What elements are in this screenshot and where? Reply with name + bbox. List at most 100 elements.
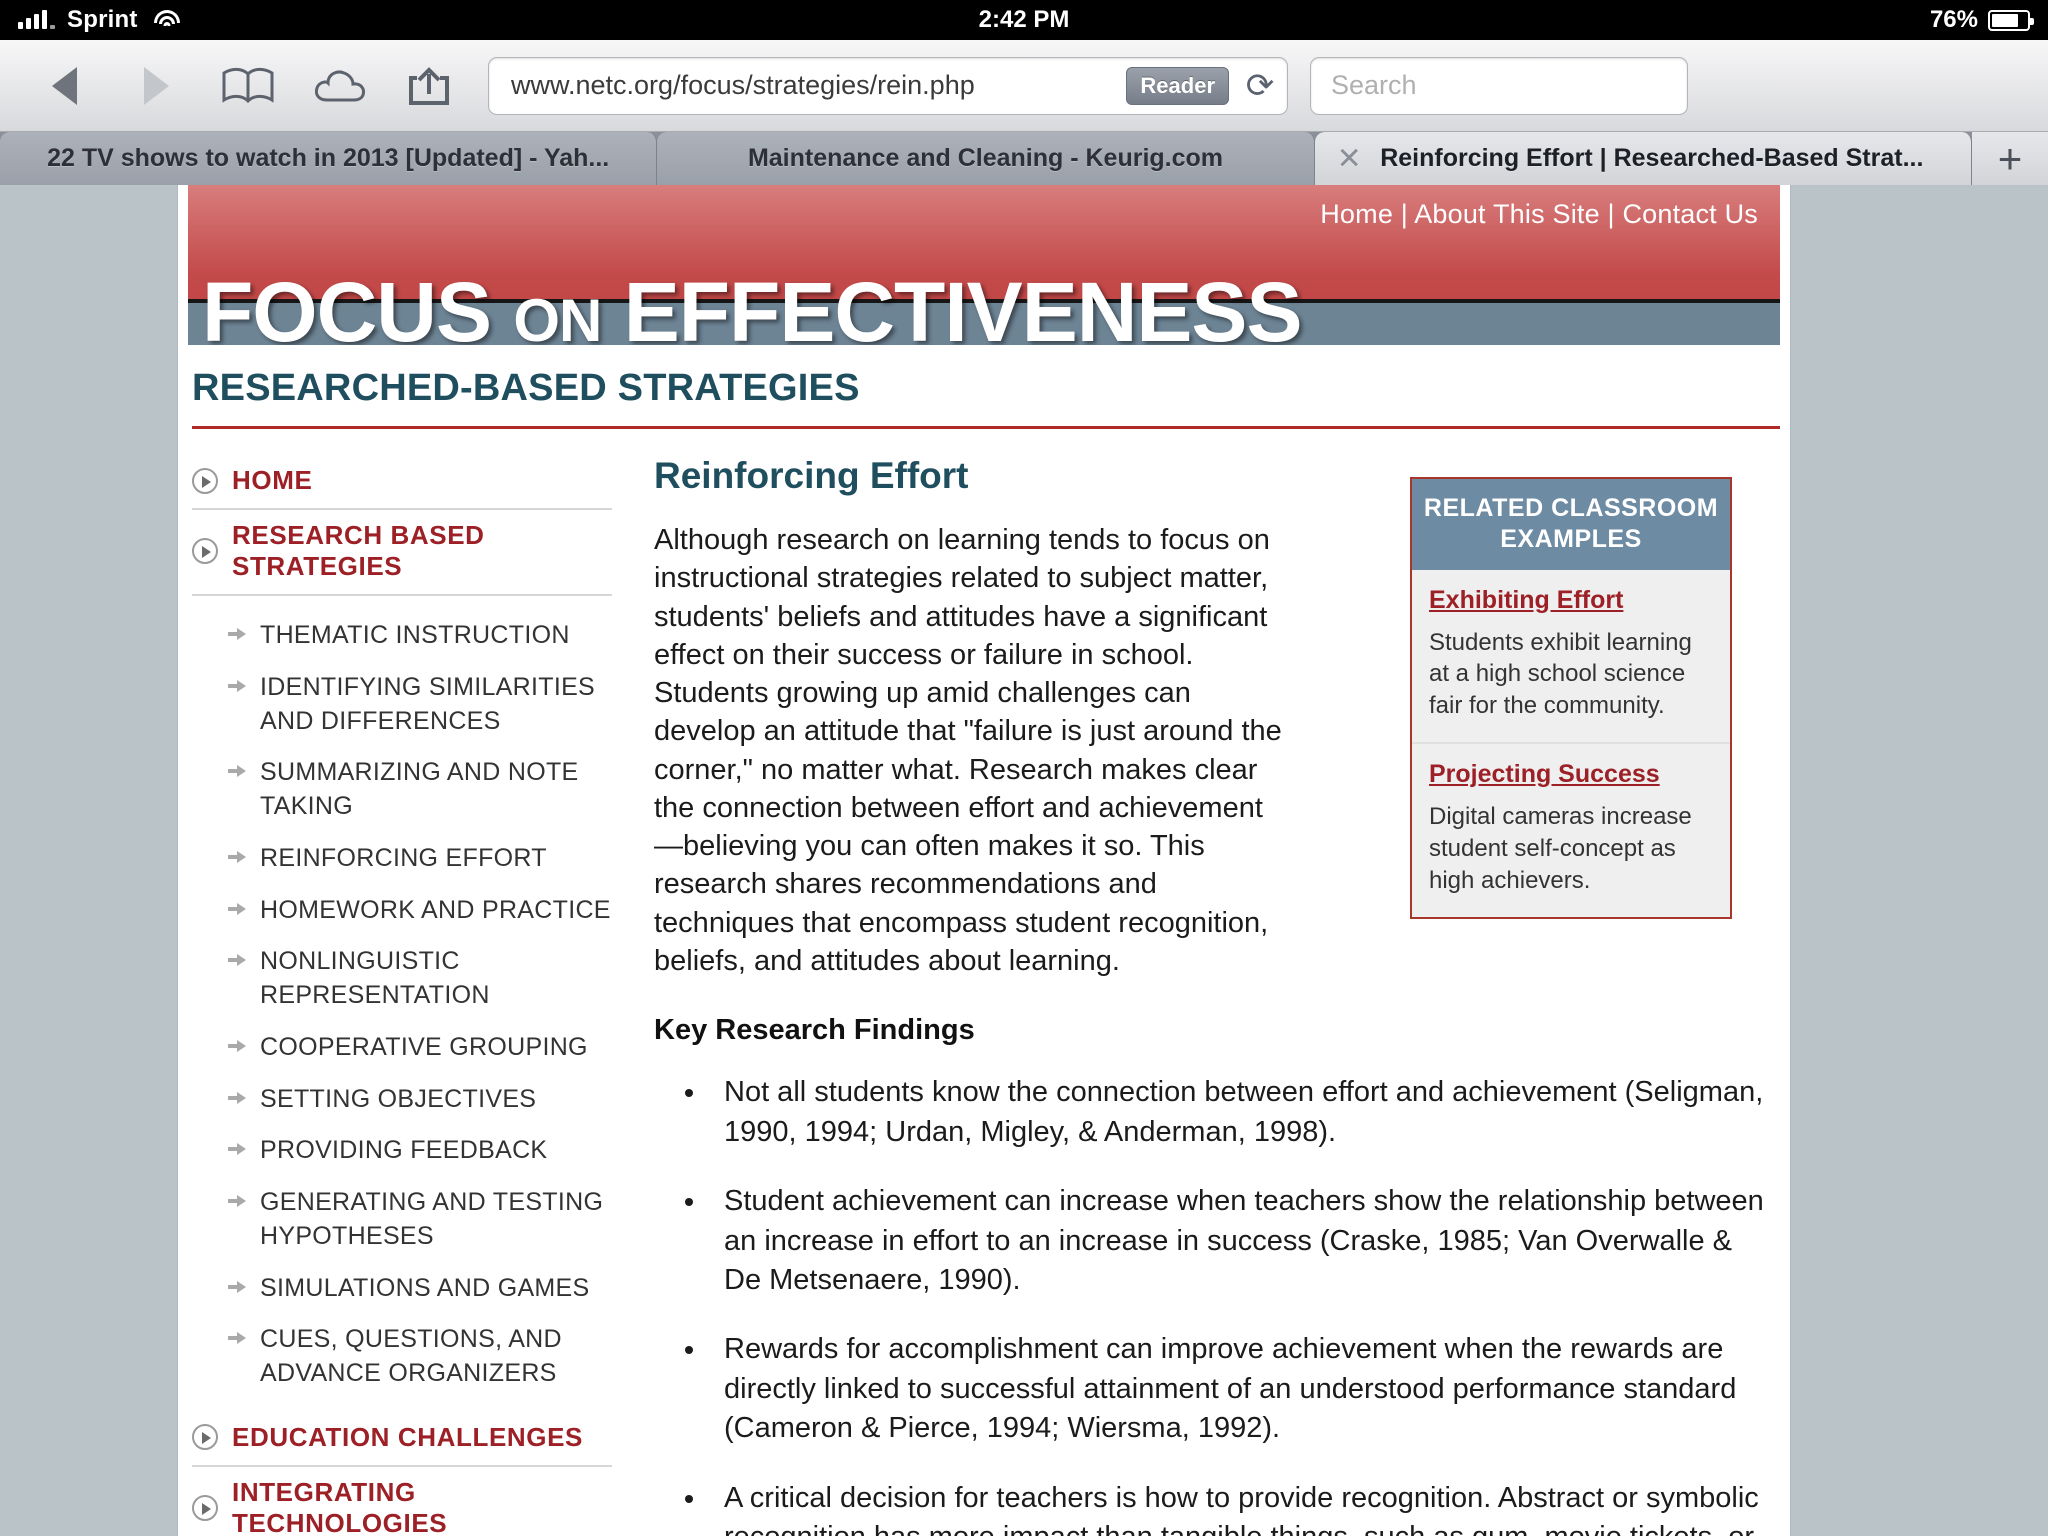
- arrow-icon: [228, 1141, 248, 1159]
- sidebar-subitem-thematic-instruction[interactable]: THEMATIC INSTRUCTION: [192, 610, 612, 662]
- bookmarks-icon[interactable]: [202, 56, 294, 116]
- sidebar-subitem-identifying-similarities-and-differences[interactable]: IDENTIFYING SIMILARITIES AND DIFFERENCES: [192, 662, 612, 748]
- reload-icon[interactable]: ⟳: [1243, 67, 1277, 105]
- signal-strength-icon: [18, 10, 55, 29]
- related-box-item: Projecting Success Digital cameras incre…: [1412, 742, 1730, 917]
- arrow-icon: [228, 952, 248, 970]
- cloud-icon: [314, 70, 365, 101]
- arrow-icon: [228, 1279, 248, 1297]
- tab-label: Reinforcing Effort | Researched-Based St…: [1380, 144, 1924, 172]
- related-link-exhibiting-effort[interactable]: Exhibiting Effort: [1429, 586, 1623, 615]
- sidebar-subitem-homework-and-practice[interactable]: HOMEWORK AND PRACTICE: [192, 885, 612, 937]
- play-circle-icon: [192, 538, 218, 564]
- search-placeholder: Search: [1331, 70, 1417, 100]
- sidebar-subitem-nonlinguistic-representation[interactable]: NONLINGUISTIC REPRESENTATION: [192, 936, 612, 1022]
- nav-separator: |: [1400, 199, 1408, 229]
- tab-label: Maintenance and Cleaning - Keurig.com: [747, 144, 1224, 172]
- sidebar-item-integrating-technologies[interactable]: INTEGRATING TECHNOLOGIES: [192, 1467, 612, 1536]
- battery-icon: [1988, 9, 2034, 31]
- sidebar-item-home[interactable]: HOME: [192, 455, 612, 510]
- sidebar-subitem-generating-and-testing-hypotheses[interactable]: GENERATING AND TESTING HYPOTHESES: [192, 1177, 612, 1263]
- top-nav-links: Home | About This Site | Contact Us: [1320, 199, 1758, 230]
- share-icon: [409, 66, 449, 105]
- sidebar-subitem-summarizing-and-note-taking[interactable]: SUMMARIZING AND NOTE TAKING: [192, 747, 612, 833]
- list-item: Student achievement can increase when te…: [708, 1182, 1776, 1300]
- share-button[interactable]: [386, 56, 478, 116]
- sidebar-item-education-challenges[interactable]: EDUCATION CHALLENGES: [192, 1412, 612, 1467]
- sidebar-subitem-label: CUES, QUESTIONS, AND ADVANCE ORGANIZERS: [260, 1325, 562, 1387]
- url-text[interactable]: www.netc.org/focus/strategies/rein.php: [511, 70, 1126, 101]
- related-box-item: Exhibiting Effort Students exhibit learn…: [1412, 570, 1730, 743]
- back-button[interactable]: [18, 56, 110, 116]
- page-viewport[interactable]: Home | About This Site | Contact Us FOCU…: [0, 185, 2048, 1536]
- new-tab-button[interactable]: +: [1971, 132, 2048, 185]
- sidebar-subitem-label: SETTING OBJECTIVES: [260, 1084, 537, 1113]
- browser-tab-1[interactable]: 22 TV shows to watch in 2013 [Updated] -…: [0, 132, 658, 185]
- browser-tab-2[interactable]: Maintenance and Cleaning - Keurig.com: [657, 132, 1315, 185]
- sidebar-item-label: HOME: [232, 465, 313, 495]
- sidebar-subitem-providing-feedback[interactable]: PROVIDING FEEDBACK: [192, 1125, 612, 1177]
- arrow-icon: [228, 901, 248, 919]
- sidebar-subitem-label: GENERATING AND TESTING HYPOTHESES: [260, 1188, 604, 1250]
- sidebar-subitem-setting-objectives[interactable]: SETTING OBJECTIVES: [192, 1074, 612, 1126]
- web-page: Home | About This Site | Contact Us FOCU…: [178, 185, 1790, 1536]
- wordmark-focus: FOCUS: [202, 265, 492, 345]
- sidebar-subitem-cues-questions-and-advance-organizers[interactable]: CUES, QUESTIONS, AND ADVANCE ORGANIZERS: [192, 1314, 612, 1400]
- status-left: Sprint: [18, 6, 180, 34]
- related-box-title: RELATED CLASSROOM EXAMPLES: [1412, 479, 1730, 570]
- browser-toolbar: www.netc.org/focus/strategies/rein.php R…: [0, 40, 2048, 132]
- close-icon[interactable]: ✕: [1337, 141, 1362, 176]
- play-circle-icon: [192, 467, 218, 494]
- list-item: A critical decision for teachers is how …: [708, 1479, 1776, 1536]
- sidebar-subitem-label: REINFORCING EFFORT: [260, 843, 547, 872]
- key-research-findings-heading: Key Research Findings: [654, 1014, 975, 1047]
- sidebar-item-label: INTEGRATING TECHNOLOGIES: [232, 1476, 448, 1536]
- reader-button[interactable]: Reader: [1126, 66, 1229, 105]
- sidebar-subitem-simulations-and-games[interactable]: SIMULATIONS AND GAMES: [192, 1263, 612, 1315]
- nav-link-home[interactable]: Home: [1320, 199, 1393, 229]
- main-article: Reinforcing Effort Although research on …: [632, 455, 1776, 1536]
- article-intro-paragraph: Although research on learning tends to f…: [654, 524, 1282, 977]
- arrow-icon: [228, 1090, 248, 1108]
- sidebar-item-research-based-strategies[interactable]: RESEARCH BASED STRATEGIES: [192, 510, 612, 596]
- site-wordmark: FOCUS ON EFFECTIVENESS: [202, 264, 1303, 345]
- browser-tab-3-active[interactable]: ✕ Reinforcing Effort | Researched-Based …: [1314, 132, 1972, 185]
- nav-link-about-this-site[interactable]: About This Site: [1414, 199, 1600, 229]
- play-circle-icon: [192, 1494, 218, 1521]
- sidebar-nav: HOME RESEARCH BASED STRATEGIES THEMATIC …: [192, 455, 632, 1536]
- book-icon: [222, 67, 274, 103]
- arrow-icon: [228, 849, 248, 867]
- arrow-icon: [228, 1038, 248, 1056]
- icloud-tabs-icon[interactable]: [294, 56, 386, 116]
- wifi-icon: [153, 10, 180, 30]
- search-input[interactable]: Search: [1310, 56, 1688, 115]
- sidebar-subitem-label: THEMATIC INSTRUCTION: [260, 621, 570, 649]
- sidebar-subitem-label: HOMEWORK AND PRACTICE: [260, 895, 611, 924]
- sidebar-subitem-label: COOPERATIVE GROUPING: [260, 1032, 588, 1061]
- sidebar-subitem-cooperative-grouping[interactable]: COOPERATIVE GROUPING: [192, 1022, 612, 1074]
- arrow-icon: [228, 626, 248, 644]
- sidebar-subitem-label: SIMULATIONS AND GAMES: [260, 1273, 590, 1302]
- sidebar-item-label: RESEARCH BASED STRATEGIES: [232, 520, 485, 581]
- sidebar-subitem-reinforcing-effort[interactable]: REINFORCING EFFORT: [192, 833, 612, 885]
- site-banner: Home | About This Site | Contact Us FOCU…: [188, 185, 1780, 345]
- wordmark-effectiveness: EFFECTIVENESS: [623, 265, 1303, 345]
- key-research-findings-list: Not all students know the connection bet…: [708, 1073, 1776, 1536]
- forward-button[interactable]: [110, 56, 202, 116]
- arrow-icon: [228, 763, 248, 781]
- nav-link-contact-us[interactable]: Contact Us: [1622, 199, 1758, 229]
- related-classroom-examples-box: RELATED CLASSROOM EXAMPLES Exhibiting Ef…: [1410, 477, 1732, 919]
- address-bar[interactable]: www.netc.org/focus/strategies/rein.php R…: [488, 56, 1288, 115]
- battery-percent-label: 76%: [1929, 6, 1978, 33]
- status-right: 76%: [1929, 6, 2034, 34]
- clock-label: 2:42 PM: [978, 6, 1070, 33]
- page-title: RESEARCHED-BASED STRATEGIES: [192, 367, 860, 409]
- tab-label: 22 TV shows to watch in 2013 [Updated] -…: [47, 144, 610, 172]
- related-item-description: Students exhibit learning at a high scho…: [1429, 628, 1692, 720]
- ios-status-bar: Sprint 2:42 PM 76%: [0, 0, 2048, 40]
- related-item-description: Digital cameras increase student self-co…: [1429, 803, 1692, 895]
- arrow-icon: [228, 678, 248, 696]
- related-link-projecting-success[interactable]: Projecting Success: [1429, 760, 1660, 789]
